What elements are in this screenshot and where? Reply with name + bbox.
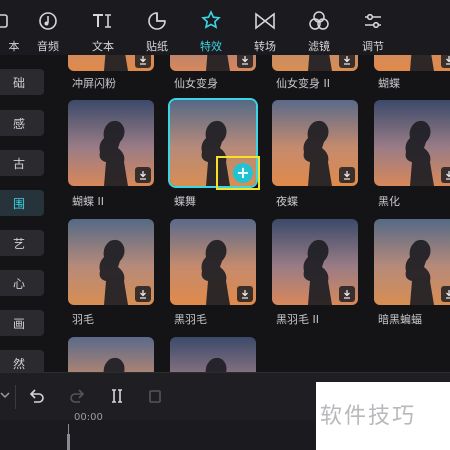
tab-filter-label: 滤镜 [308, 40, 330, 53]
effect-card[interactable] [68, 100, 154, 186]
effect-card[interactable] [374, 55, 450, 71]
effect-card[interactable] [170, 219, 256, 305]
tab-text[interactable]: 文本 [75, 0, 131, 55]
effect-thumbnail [374, 55, 450, 71]
download-icon[interactable] [135, 55, 151, 68]
effect-name: 夜蝶 [276, 195, 298, 208]
audio-icon [20, 10, 76, 32]
effects-tab-bar: 本 音频 文本 贴纸 特效 转场 滤镜 调节 [0, 0, 450, 55]
effect-name: 暗黑蝙蝠 [378, 313, 422, 326]
effect-name: 蝶舞 [174, 195, 196, 208]
effect-card[interactable] [272, 219, 358, 305]
tab-audio-label: 音频 [37, 40, 59, 53]
category-label: 心 [12, 276, 25, 291]
watermark-text: 软件技巧 [320, 404, 417, 429]
effect-name: 羽毛 [72, 313, 94, 326]
download-icon[interactable] [237, 286, 253, 302]
category-label: 围 [12, 196, 25, 211]
add-effect-button[interactable]: + [233, 163, 253, 183]
effect-name: 蝴蝶 [378, 77, 400, 90]
download-icon[interactable] [441, 55, 450, 68]
download-icon[interactable] [135, 167, 151, 183]
effect-name: 黑羽毛 [174, 313, 207, 326]
timecode: 00:00 [74, 412, 103, 423]
tab-sticker-label: 贴纸 [146, 40, 168, 53]
download-icon[interactable] [339, 286, 355, 302]
effect-name: 蝴蝶 II [72, 195, 104, 208]
effect-name: 仙女变身 II [276, 77, 330, 90]
download-icon[interactable] [441, 167, 450, 183]
effect-thumbnail [374, 219, 450, 305]
category-item[interactable]: 心 [0, 270, 44, 296]
effect-card[interactable] [68, 337, 154, 372]
tab-transition[interactable]: 转场 [237, 0, 293, 55]
effect-name: 冲屏闪粉 [72, 77, 116, 90]
effect-name: 黑化 [378, 195, 400, 208]
effect-card[interactable] [272, 100, 358, 186]
effect-thumbnail [374, 100, 450, 186]
effect-card[interactable] [170, 337, 256, 372]
download-icon[interactable] [237, 55, 253, 68]
split-icon[interactable] [108, 387, 126, 409]
download-icon[interactable] [441, 286, 450, 302]
watermark: 软件技巧 [316, 382, 450, 450]
tab-effects[interactable]: 特效 [183, 0, 239, 55]
effect-thumbnail [68, 337, 154, 372]
effect-name: 仙女变身 [174, 77, 218, 90]
effect-card[interactable] [68, 55, 154, 71]
timeline-ruler-tick [68, 424, 69, 434]
category-item[interactable]: 古 [0, 150, 44, 176]
category-label: 然 [12, 356, 25, 371]
effect-card[interactable] [68, 219, 154, 305]
category-label: 艺 [12, 236, 25, 251]
category-item[interactable]: 艺 [0, 230, 44, 256]
delete-icon[interactable] [146, 387, 164, 409]
download-icon[interactable] [135, 286, 151, 302]
tab-adjust[interactable]: 调节 [345, 0, 401, 55]
text-icon [75, 10, 131, 32]
category-label: 古 [12, 156, 25, 171]
category-item[interactable]: 画 [0, 310, 44, 336]
category-item-active[interactable]: 围 [0, 190, 44, 216]
tab-filter[interactable]: 滤镜 [291, 0, 347, 55]
tab-transition-label: 转场 [254, 40, 276, 53]
playhead[interactable] [67, 434, 70, 450]
chevron-down-icon[interactable] [0, 388, 10, 408]
undo-icon[interactable] [28, 387, 46, 409]
effect-card[interactable] [272, 55, 358, 71]
effect-card[interactable] [170, 55, 256, 71]
tab-adjust-label: 调节 [362, 40, 384, 53]
category-item[interactable]: 础 [0, 69, 44, 95]
effect-name: 黑羽毛 II [276, 313, 319, 326]
tab-audio[interactable]: 音频 [20, 0, 76, 55]
divider [15, 385, 16, 409]
transition-icon [237, 10, 293, 32]
sticker-icon [129, 10, 185, 32]
category-label: 感 [12, 116, 25, 131]
download-icon[interactable] [339, 55, 355, 68]
adjust-icon [345, 10, 401, 32]
effects-icon [183, 10, 239, 32]
filter-icon [291, 10, 347, 32]
effect-card[interactable] [374, 100, 450, 186]
tab-text-label: 文本 [92, 40, 114, 53]
effect-card[interactable] [374, 219, 450, 305]
effect-thumbnail [170, 337, 256, 372]
category-label: 础 [12, 75, 25, 90]
category-item[interactable]: 感 [0, 110, 44, 136]
redo-icon[interactable] [68, 387, 86, 409]
category-label: 画 [12, 316, 25, 331]
tab-effects-label: 特效 [200, 40, 222, 53]
effects-panel: 础 感 古 围 艺 心 画 然 冲屏闪粉 仙女变身 仙女变身 II 蝴蝶 蝴蝶 … [0, 55, 450, 372]
tab-sticker[interactable]: 贴纸 [129, 0, 185, 55]
download-icon[interactable] [339, 167, 355, 183]
category-item[interactable]: 然 [0, 350, 44, 372]
